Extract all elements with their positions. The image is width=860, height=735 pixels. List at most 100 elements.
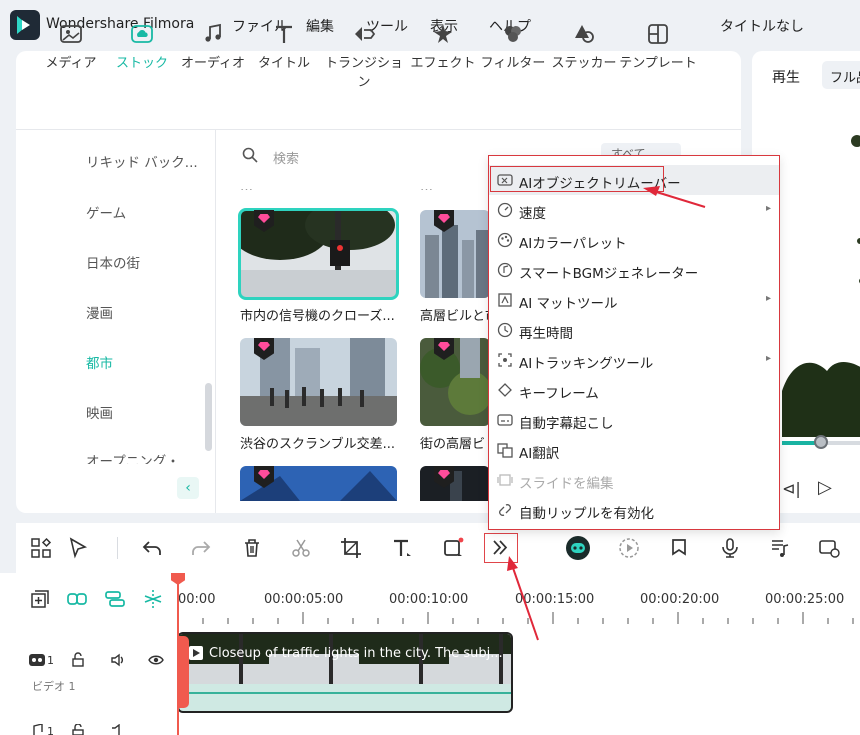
search-input[interactable]: 検索: [273, 148, 299, 167]
submenu-arrow-icon: ▸: [765, 293, 771, 304]
tab-filter[interactable]: フィルター: [476, 22, 550, 71]
video-track-icon: [29, 654, 45, 666]
clip-audio-line: [179, 692, 511, 694]
tab-media[interactable]: メディア: [34, 22, 108, 71]
select-cursor-icon[interactable]: [68, 537, 90, 559]
sidebar-item-liquid[interactable]: リキッド バック...: [86, 151, 198, 171]
tab-title[interactable]: タイトル: [247, 22, 321, 71]
ai-play-icon[interactable]: [618, 537, 640, 559]
tab-audio[interactable]: オーディオ: [176, 22, 250, 71]
tab-stock[interactable]: ストック: [105, 22, 179, 71]
text-tool-icon[interactable]: [391, 537, 413, 559]
slide-edit-icon: [497, 474, 513, 486]
shape-tool-icon[interactable]: [442, 537, 464, 559]
title-icon: [276, 25, 292, 43]
stock-thumb-dark-city[interactable]: [420, 466, 490, 501]
menu-item-ai-matte[interactable]: AI マットツール ▸: [489, 285, 779, 315]
sidebar-scrollbar[interactable]: [205, 383, 212, 451]
speaker-icon[interactable]: [110, 652, 126, 668]
menu-item-edit-slide[interactable]: スライドを編集: [489, 465, 779, 495]
sidebar-item-japan-street[interactable]: 日本の街: [86, 252, 140, 272]
tab-play[interactable]: 再生: [772, 67, 800, 87]
duration-icon: [497, 322, 513, 338]
cut-label-1: …: [240, 180, 253, 190]
clip-play-icon: [189, 646, 203, 660]
stock-thumb-city-highrise[interactable]: [420, 338, 490, 426]
sidebar-item-game[interactable]: ゲーム: [86, 202, 126, 222]
link-clip-icon[interactable]: [66, 589, 88, 609]
menu-item-keyframe[interactable]: キーフレーム: [489, 375, 779, 405]
stock-thumb-sky-buildings[interactable]: [240, 466, 397, 501]
audio-track-number: 1: [47, 725, 54, 735]
template-icon: [648, 24, 668, 44]
stock-cloud-icon: [131, 25, 153, 43]
submenu-arrow-icon: ▸: [765, 353, 771, 364]
menu-item-ai-translate[interactable]: AI翻訳: [489, 435, 779, 465]
preview-canvas: [782, 131, 860, 437]
collapse-sidebar-button[interactable]: ‹: [177, 477, 199, 499]
tab-effect[interactable]: エフェクト: [406, 22, 480, 71]
tracking-icon: [498, 353, 512, 367]
preview-render-icon[interactable]: [818, 537, 840, 559]
tab-template[interactable]: テンプレート: [618, 22, 698, 71]
thumb-label-city-highrise: 街の高層ビ: [420, 437, 486, 452]
menu-item-ai-color-palette[interactable]: AIカラーパレット: [489, 225, 779, 255]
sticker-icon: [575, 25, 594, 43]
music-list-icon[interactable]: [769, 537, 791, 559]
ruler-5: 00:00:05:00: [264, 592, 344, 607]
preview-scrubber-handle[interactable]: [814, 435, 828, 449]
stock-thumb-traffic-lights[interactable]: [238, 208, 399, 300]
ruler-20: 00:00:20:00: [640, 592, 720, 607]
stock-thumb-shibuya[interactable]: [240, 338, 397, 426]
double-chevron-right-icon: [493, 540, 508, 555]
delete-icon[interactable]: [241, 537, 263, 559]
group-clip-icon[interactable]: [104, 589, 126, 609]
toolbar-separator: [117, 537, 118, 559]
microphone-icon[interactable]: [719, 537, 741, 559]
menu-item-auto-ripple[interactable]: 自動リップルを有効化: [489, 495, 779, 525]
clip-trim-handle[interactable]: [177, 636, 189, 708]
ai-translate-icon: [497, 443, 513, 458]
tab-sticker[interactable]: ステッカー: [547, 22, 621, 71]
clip-title: Closeup of traffic lights in the city. T…: [209, 646, 503, 661]
sidebar-item-movie[interactable]: 映画: [86, 402, 113, 422]
audio-lock-icon[interactable]: [70, 724, 86, 735]
ruler-25: 00:00:25:00: [765, 592, 845, 607]
layout-icon[interactable]: [30, 537, 52, 559]
scissors-icon[interactable]: [290, 537, 312, 559]
redo-icon[interactable]: [190, 537, 212, 559]
marker-icon[interactable]: [668, 537, 690, 559]
audio-speaker-icon[interactable]: [110, 724, 126, 735]
tabs-divider: [16, 129, 741, 130]
sidebar-item-manga[interactable]: 漫画: [86, 302, 113, 322]
undo-icon[interactable]: [141, 537, 163, 559]
highlight-box: [490, 166, 664, 192]
quality-dropdown[interactable]: フル品: [822, 61, 860, 89]
crop-icon[interactable]: [340, 537, 362, 559]
add-track-icon[interactable]: [30, 589, 50, 609]
thumb-label-traffic-lights: 市内の信号機のクローズ...: [240, 309, 395, 324]
stock-thumb-skyscrapers[interactable]: [420, 210, 490, 298]
document-title: タイトルなし: [720, 19, 804, 35]
audio-track-icon: [33, 724, 43, 735]
menu-item-smart-bgm[interactable]: スマートBGMジェネレーター: [489, 255, 779, 285]
color-palette-icon: [497, 232, 513, 248]
menu-item-auto-subtitle[interactable]: 自動字幕起こし: [489, 405, 779, 435]
snap-icon[interactable]: [142, 589, 164, 609]
video-clip[interactable]: Closeup of traffic lights in the city. T…: [177, 632, 513, 713]
sidebar-item-opening[interactable]: オープニング・: [86, 450, 180, 464]
more-tools-button[interactable]: [484, 533, 518, 563]
menu-item-duration[interactable]: 再生時間: [489, 315, 779, 345]
speed-icon: [497, 202, 513, 218]
ai-copilot-icon[interactable]: [565, 535, 591, 561]
eye-icon[interactable]: [148, 653, 164, 667]
matte-tool-icon: [498, 293, 512, 307]
tab-transition[interactable]: トランジション: [322, 22, 406, 90]
play-icon[interactable]: ▷: [818, 477, 832, 498]
sidebar-item-city[interactable]: 都市: [86, 352, 113, 372]
menu-item-ai-tracking[interactable]: AIトラッキングツール ▸: [489, 345, 779, 375]
cut-label-2: …: [420, 180, 433, 190]
menu-item-speed[interactable]: 速度 ▸: [489, 195, 779, 225]
prev-frame-icon[interactable]: ⊲|: [782, 479, 801, 498]
lock-icon[interactable]: [70, 652, 86, 668]
